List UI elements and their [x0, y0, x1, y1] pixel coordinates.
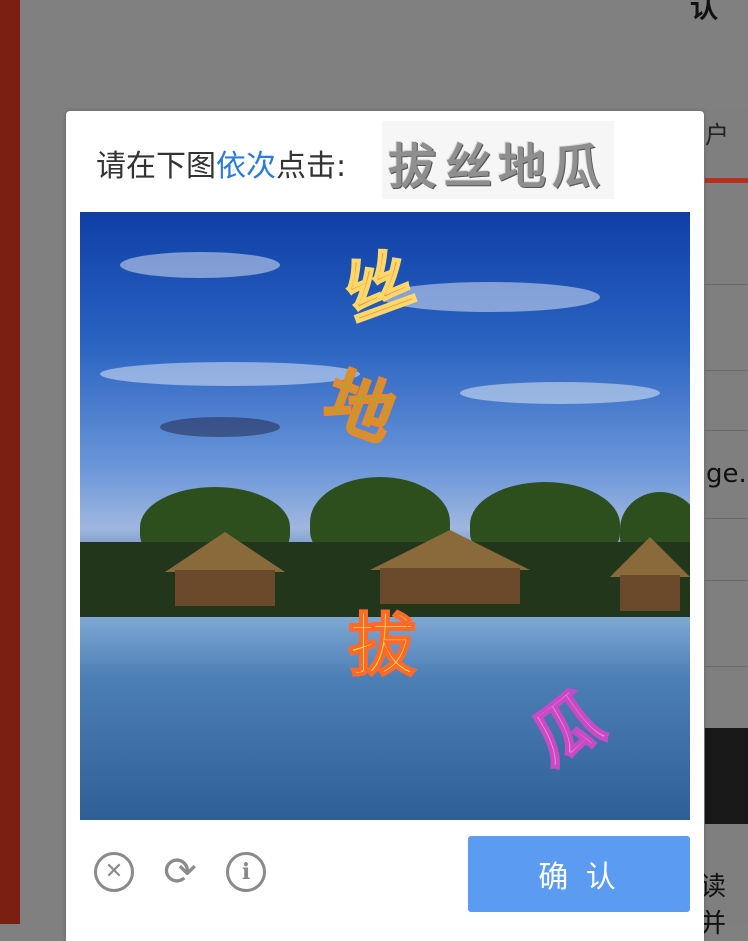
- background-divider: [705, 580, 748, 581]
- confirm-button[interactable]: 确 认: [468, 836, 690, 912]
- cloud: [100, 362, 360, 386]
- captcha-target-char[interactable]: 地: [313, 343, 411, 459]
- cloud: [460, 382, 660, 404]
- close-icon[interactable]: ✕: [94, 852, 134, 892]
- hint-char: 瓜: [552, 139, 601, 195]
- hint-char: 地: [498, 139, 547, 195]
- refresh-icon[interactable]: ⟳: [160, 852, 200, 892]
- background-heading-fragment: 认: [690, 0, 719, 24]
- hint-char: 拔: [388, 139, 437, 195]
- captcha-target-char[interactable]: 丝: [327, 223, 425, 339]
- cloud: [120, 252, 280, 278]
- background-divider: [705, 370, 748, 371]
- captcha-dialog: 请在下图 依次 点击: 拔 丝 地 瓜 丝 地 拔 瓜 ✕ ⟳ i 确 认: [66, 111, 704, 941]
- hut-roof: [370, 530, 530, 570]
- background-active-tab-indicator: [705, 178, 748, 183]
- background-divider: [705, 430, 748, 431]
- background-row-fragment: ge.: [706, 459, 747, 489]
- hut-roof: [610, 537, 690, 577]
- instruction-highlight: 依次: [216, 149, 276, 184]
- background-divider: [705, 666, 748, 667]
- hut-roof: [165, 532, 285, 572]
- background-divider: [705, 518, 748, 519]
- captcha-target-char[interactable]: 拔: [347, 590, 417, 689]
- captcha-click-image[interactable]: 丝 地 拔 瓜: [80, 212, 690, 820]
- background-dark-button: [705, 728, 748, 824]
- hut-body: [620, 575, 680, 611]
- dark-cloud: [160, 417, 280, 437]
- instruction-prefix: 请在下图: [96, 149, 216, 184]
- background-divider: [705, 284, 748, 285]
- hut-body: [175, 570, 275, 606]
- info-icon[interactable]: i: [226, 852, 266, 892]
- captcha-toolbar: ✕ ⟳ i: [94, 852, 266, 892]
- hint-char: 丝: [444, 139, 493, 195]
- background-agreement-fragment: 读并: [700, 872, 727, 939]
- captcha-hint-image: 拔 丝 地 瓜: [382, 121, 614, 199]
- background-tab-fragment: 户: [705, 121, 729, 149]
- page-left-edge: [0, 0, 20, 924]
- captcha-instruction: 请在下图 依次 点击:: [96, 141, 346, 185]
- instruction-suffix: 点击:: [276, 149, 347, 184]
